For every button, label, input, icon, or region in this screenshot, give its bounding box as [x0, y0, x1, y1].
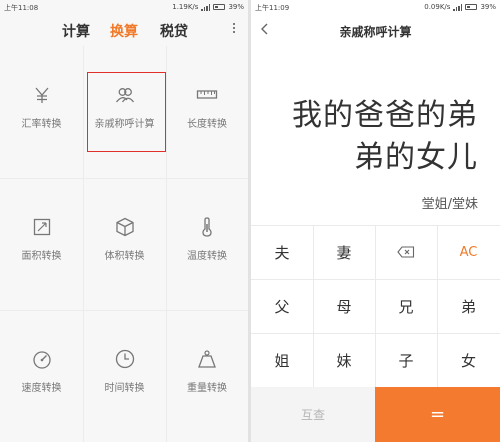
- grid-item-label: 长度转换: [187, 119, 227, 130]
- page-title: 亲戚称呼计算: [339, 25, 412, 39]
- speedometer-icon: [32, 351, 51, 369]
- grid-item-temperature[interactable]: 温度转换: [166, 178, 248, 310]
- battery-level: 39%: [228, 3, 244, 11]
- relation-expression: 我的爸爸的弟 弟的女儿: [268, 95, 478, 179]
- grid-item-area[interactable]: 面积转换: [0, 178, 83, 310]
- battery-icon: [213, 4, 226, 10]
- keypad: 夫 妻 AC 父 母 兄 弟 姐 妹 子 女 互查 =: [251, 225, 500, 442]
- status-bar: 上午11:09 0.09K/s 39%: [251, 0, 500, 14]
- clear-all-button[interactable]: AC: [437, 225, 500, 279]
- grid-item-speed[interactable]: 速度转换: [0, 310, 83, 442]
- key-son[interactable]: 子: [375, 333, 437, 387]
- network-speed: 1.19K/s: [172, 3, 199, 11]
- backspace-button[interactable]: [375, 225, 437, 279]
- tab-convert[interactable]: 换算: [110, 21, 138, 41]
- grid-item-label: 面积转换: [21, 251, 62, 262]
- key-husband[interactable]: 夫: [251, 225, 313, 279]
- ruler-icon: [196, 90, 218, 99]
- key-elder-sister[interactable]: 姐: [251, 333, 313, 387]
- grid-item-exchange-rate[interactable]: 汇率转换: [0, 46, 83, 178]
- network-speed: 0.09K/s: [424, 3, 451, 11]
- grid-item-label: 速度转换: [21, 383, 62, 394]
- battery-icon: [465, 4, 478, 10]
- selection-highlight: [87, 72, 166, 152]
- grid-item-length[interactable]: 长度转换: [166, 46, 248, 178]
- mutual-lookup-button[interactable]: 互查: [251, 387, 375, 442]
- key-wife[interactable]: 妻: [313, 225, 375, 279]
- grid-item-label: 时间转换: [104, 383, 145, 394]
- grid-item-label: 汇率转换: [21, 119, 62, 130]
- yen-icon: [35, 87, 48, 103]
- tab-calculate[interactable]: 计算: [62, 21, 90, 41]
- weight-icon: [198, 350, 216, 368]
- clock-icon: [115, 349, 134, 369]
- key-mother[interactable]: 母: [313, 279, 375, 333]
- status-bar: 上午11:08 1.19K/s 39%: [0, 0, 248, 14]
- equals-button[interactable]: =: [375, 387, 500, 442]
- grid-item-label: 重量转换: [187, 383, 227, 394]
- signal-icon: [453, 3, 463, 11]
- expression-line-2: 弟的女儿: [354, 140, 478, 175]
- header-bar: 亲戚称呼计算: [251, 14, 500, 46]
- thermometer-icon: [202, 217, 212, 237]
- grid-item-volume[interactable]: 体积转换: [83, 178, 166, 310]
- grid-item-weight[interactable]: 重量转换: [166, 310, 248, 442]
- expression-line-1: 我的爸爸的弟: [292, 98, 478, 133]
- key-elder-brother[interactable]: 兄: [375, 279, 437, 333]
- key-father[interactable]: 父: [251, 279, 313, 333]
- key-younger-brother[interactable]: 弟: [437, 279, 500, 333]
- battery-level: 39%: [480, 3, 496, 11]
- conversion-screen: 上午11:08 1.19K/s 39% 计算 换算 税贷 汇率转换 亲戚称呼计算…: [0, 0, 248, 442]
- cube-icon: [115, 217, 134, 237]
- area-icon: [33, 218, 50, 236]
- result-text: 堂姐/堂妹: [421, 197, 478, 212]
- more-menu-icon[interactable]: [232, 23, 236, 37]
- status-time: 上午11:08: [4, 4, 39, 12]
- grid-item-time[interactable]: 时间转换: [83, 310, 166, 442]
- signal-icon: [201, 3, 211, 11]
- status-time: 上午11:09: [255, 4, 290, 12]
- top-tabs: 计算 换算 税贷: [0, 14, 248, 46]
- tab-tax-loan[interactable]: 税贷: [160, 21, 188, 41]
- backspace-icon: [397, 246, 415, 258]
- key-daughter[interactable]: 女: [437, 333, 500, 387]
- grid-item-label: 温度转换: [187, 251, 227, 262]
- grid-item-label: 体积转换: [104, 251, 145, 262]
- relative-calculator-screen: 上午11:09 0.09K/s 39% 亲戚称呼计算 我的爸爸的弟 弟的女儿 堂…: [251, 0, 500, 442]
- key-younger-sister[interactable]: 妹: [313, 333, 375, 387]
